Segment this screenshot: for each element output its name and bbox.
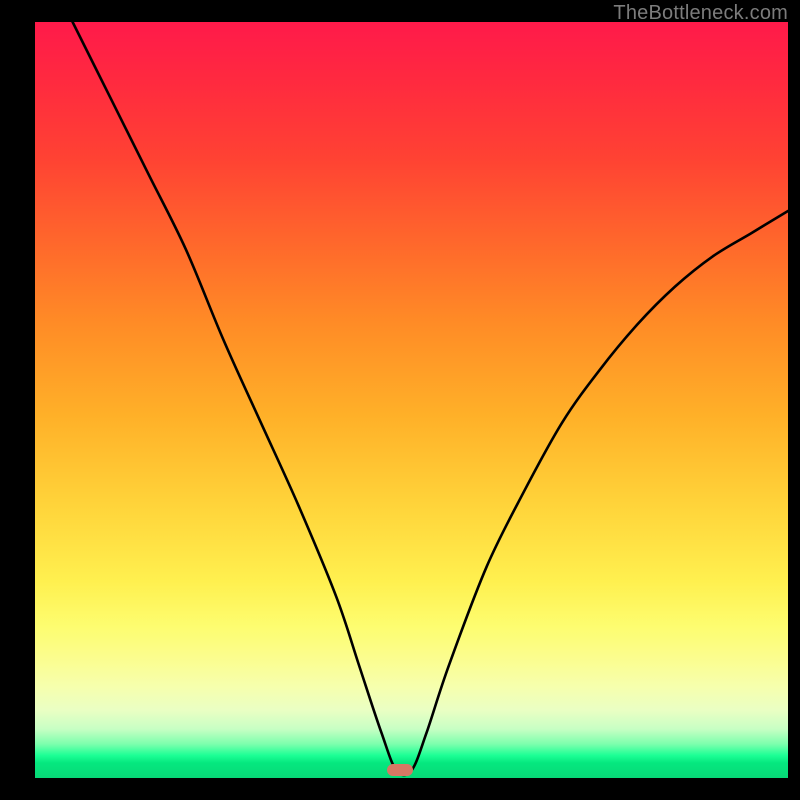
plot-area xyxy=(35,22,788,778)
watermark-text: TheBottleneck.com xyxy=(613,2,788,25)
chart-frame: TheBottleneck.com xyxy=(0,0,800,800)
optimum-marker xyxy=(387,764,413,776)
